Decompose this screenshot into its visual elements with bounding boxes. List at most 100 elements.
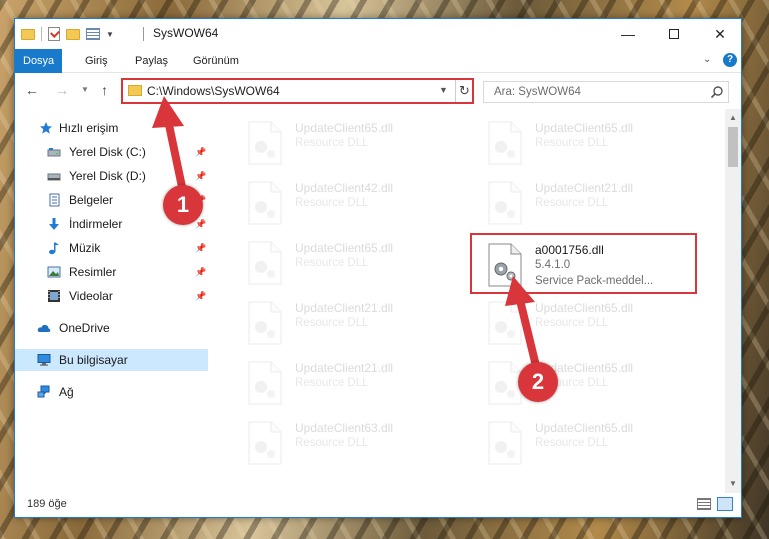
properties-icon[interactable] — [86, 28, 100, 40]
sidebar-item-this-pc[interactable]: Bu bilgisayar — [15, 349, 208, 371]
navigation-bar: ← → ▼ ↑ C:\Windows\SysWOW64 ▼ ↻ Ara: Sys… — [15, 73, 741, 109]
file-name: UpdateClient21.dll — [535, 181, 634, 195]
file-name: UpdateClient63.dll — [295, 421, 394, 435]
dll-file-icon — [247, 121, 283, 165]
sidebar-item-label: OneDrive — [59, 321, 110, 335]
sidebar-item-label: Müzik — [69, 241, 101, 255]
title-bar: ▼ SysWOW64 — ✕ — [15, 19, 741, 49]
file-item[interactable]: UpdateClient65.dll Resource DLL — [475, 415, 705, 465]
star-icon — [40, 122, 52, 134]
properties-check-icon[interactable] — [48, 27, 60, 41]
tab-paylas[interactable]: Paylaş — [127, 49, 176, 73]
file-name: UpdateClient65.dll — [535, 121, 634, 135]
dll-file-icon — [247, 361, 283, 405]
file-type: Resource DLL — [535, 437, 609, 449]
forward-arrow-icon[interactable]: → — [55, 82, 69, 98]
sidebar-item-pictures[interactable]: Resimler 📌 — [15, 261, 208, 283]
customize-toolbar-chevron-icon[interactable]: ▼ — [106, 30, 114, 39]
maximize-icon — [669, 29, 679, 39]
sidebar-item-onedrive[interactable]: OneDrive — [15, 317, 208, 339]
sidebar-item-label: Belgeler — [69, 193, 114, 207]
sidebar-item-label: Yerel Disk (C:) — [69, 145, 146, 159]
scroll-up-arrow-icon[interactable]: ▲ — [729, 113, 737, 122]
dll-file-icon — [487, 121, 523, 165]
close-button[interactable]: ✕ — [697, 19, 743, 49]
file-type: Resource DLL — [295, 197, 369, 209]
expand-ribbon-chevron-icon[interactable]: ⌄ — [703, 54, 711, 65]
file-item[interactable]: UpdateClient21.dll Resource DLL — [235, 295, 465, 345]
vertical-scrollbar[interactable]: ▲ ▼ — [725, 109, 741, 493]
file-item[interactable]: UpdateClient65.dll Resource DLL — [475, 115, 705, 165]
ribbon-tabs: Dosya Giriş Paylaş Görünüm ⌄ ? — [15, 49, 741, 73]
pin-icon[interactable]: 📌 — [195, 267, 206, 278]
videos-icon — [48, 290, 60, 302]
file-type: Resource DLL — [295, 257, 369, 269]
dll-file-icon — [487, 181, 523, 225]
file-name: UpdateClient21.dll — [295, 361, 394, 375]
dll-file-icon — [487, 421, 523, 465]
file-item[interactable]: UpdateClient21.dll Resource DLL — [475, 175, 705, 225]
file-item[interactable]: UpdateClient65.dll Resource DLL — [235, 235, 465, 285]
window-title: SysWOW64 — [153, 26, 219, 40]
file-type: Resource DLL — [535, 197, 609, 209]
sidebar-item-label: Bu bilgisayar — [59, 353, 128, 367]
file-list: UpdateClient65.dll Resource DLL UpdateCli… — [223, 109, 723, 493]
tab-gorunum[interactable]: Görünüm — [185, 49, 247, 73]
sidebar-item-videos[interactable]: Videolar 📌 — [15, 285, 208, 307]
large-icons-view-icon[interactable] — [717, 497, 733, 511]
sidebar-item-label: Resimler — [69, 265, 117, 279]
file-name: UpdateClient42.dll — [295, 181, 394, 195]
network-icon — [37, 385, 50, 398]
pin-icon[interactable]: 📌 — [195, 243, 206, 254]
file-type: Resource DLL — [295, 317, 369, 329]
scroll-down-arrow-icon[interactable]: ▼ — [729, 479, 737, 488]
sidebar-item-label: Yerel Disk (D:) — [69, 169, 146, 183]
details-view-icon[interactable] — [697, 498, 711, 510]
help-icon[interactable]: ? — [723, 53, 737, 67]
file-type: Resource DLL — [535, 137, 609, 149]
maximize-button[interactable] — [651, 19, 697, 49]
file-item[interactable]: UpdateClient63.dll Resource DLL — [235, 415, 465, 465]
back-arrow-icon[interactable]: ← — [25, 82, 39, 98]
sidebar-item-label: Ağ — [59, 385, 74, 399]
search-input[interactable]: Ara: SysWOW64 — [483, 81, 729, 103]
step-2-badge: 2 — [518, 362, 558, 402]
file-item[interactable]: UpdateClient42.dll Resource DLL — [235, 175, 465, 225]
file-name: UpdateClient65.dll — [535, 421, 634, 435]
minimize-button[interactable]: — — [605, 19, 651, 49]
status-bar: 189 öğe — [15, 493, 741, 517]
scrollbar-thumb[interactable] — [728, 127, 738, 167]
documents-icon — [49, 193, 60, 207]
tab-dosya[interactable]: Dosya — [15, 49, 63, 73]
step-1-badge: 1 — [163, 185, 203, 225]
folder-icon[interactable] — [21, 28, 35, 40]
sidebar-item-music[interactable]: Müzik 📌 — [15, 237, 208, 259]
drive-icon — [47, 148, 61, 157]
quick-access-toolbar: ▼ — [21, 25, 114, 43]
dll-file-icon — [247, 301, 283, 345]
new-folder-icon[interactable] — [66, 28, 80, 40]
file-type: Resource DLL — [295, 137, 369, 149]
item-count: 189 öğe — [27, 498, 67, 510]
sidebar-item-label: Hızlı erişim — [59, 121, 119, 135]
dll-file-icon — [247, 241, 283, 285]
refresh-icon[interactable]: ↻ — [455, 80, 473, 102]
folder-icon — [128, 85, 142, 96]
up-arrow-icon[interactable]: ↑ — [101, 82, 108, 98]
address-history-chevron-icon[interactable]: ▼ — [439, 85, 448, 95]
pin-icon[interactable]: 📌 — [195, 291, 206, 302]
tab-giris[interactable]: Giriş — [77, 49, 116, 73]
sidebar-item-network[interactable]: Ağ — [15, 381, 208, 403]
computer-icon — [37, 354, 51, 366]
toolbar-separator — [41, 27, 42, 41]
recent-locations-chevron-icon[interactable]: ▼ — [81, 85, 89, 94]
file-name: UpdateClient21.dll — [295, 301, 394, 315]
search-icon[interactable] — [710, 85, 724, 99]
sidebar-item-label: İndirmeler — [69, 217, 123, 231]
downloads-icon — [49, 218, 59, 230]
file-item[interactable]: UpdateClient21.dll Resource DLL — [235, 355, 465, 405]
music-icon — [49, 242, 59, 255]
file-type: Resource DLL — [295, 377, 369, 389]
file-item[interactable]: UpdateClient65.dll Resource DLL — [235, 115, 465, 165]
dll-file-icon — [247, 421, 283, 465]
